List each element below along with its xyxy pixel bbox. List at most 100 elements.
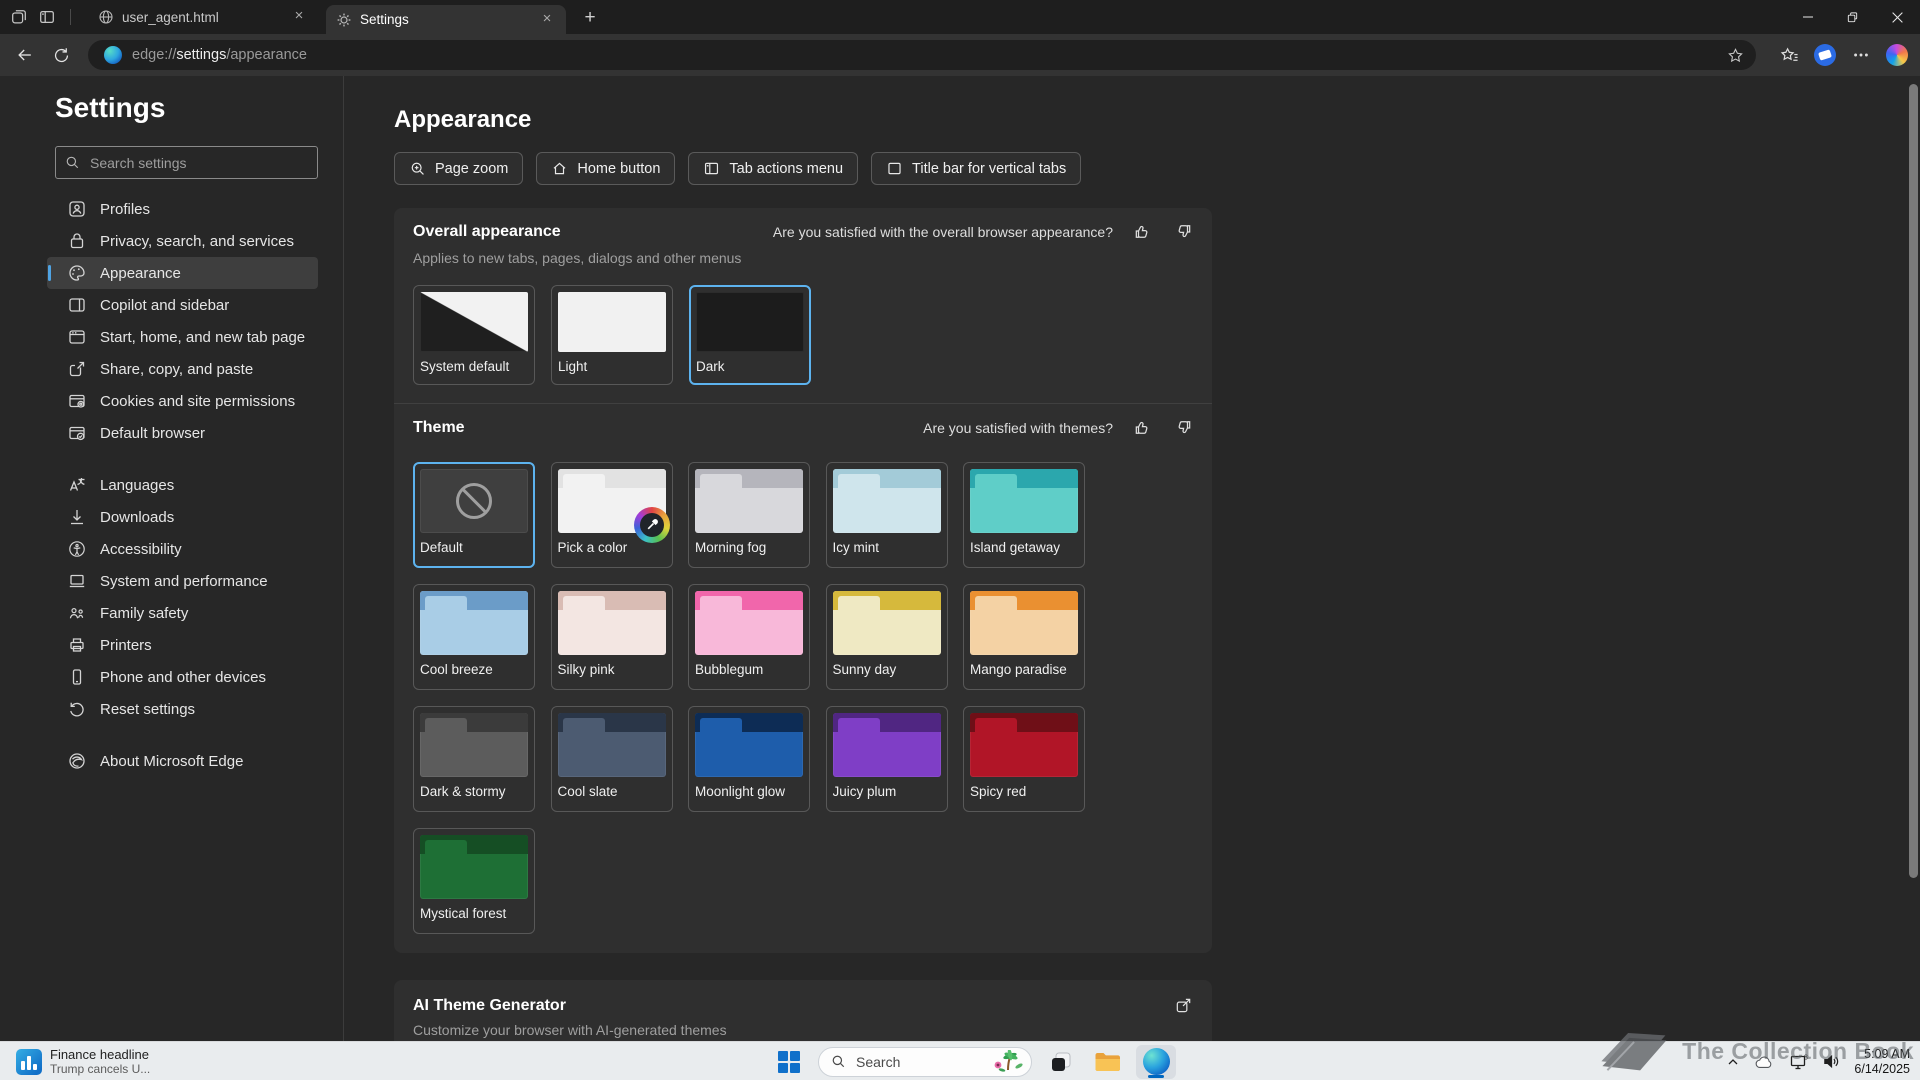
thumbs-up-icon[interactable] xyxy=(1133,418,1152,437)
search-icon xyxy=(65,155,80,170)
address-bar[interactable]: edge://settings/appearance xyxy=(88,40,1756,70)
theme-tile-cool-slate[interactable]: Cool slate xyxy=(551,706,673,812)
theme-swatch xyxy=(970,591,1078,655)
copilot-icon[interactable] xyxy=(1884,42,1910,68)
home-button-button[interactable]: Home button xyxy=(536,152,675,185)
theme-tile-moonlight-glow[interactable]: Moonlight glow xyxy=(688,706,810,812)
volume-icon[interactable] xyxy=(1822,1052,1841,1071)
theme-tile-mango-paradise[interactable]: Mango paradise xyxy=(963,584,1085,690)
widgets-icon xyxy=(16,1049,42,1075)
theme-tile-cool-breeze[interactable]: Cool breeze xyxy=(413,584,535,690)
tab-close-icon[interactable]: × xyxy=(538,11,556,29)
overall-appearance-subtext: Applies to new tabs, pages, dialogs and … xyxy=(413,250,741,266)
theme-tile-dark-stormy[interactable]: Dark & stormy xyxy=(413,706,535,812)
sidebar-item-label: Start, home, and new tab page xyxy=(100,329,305,346)
sidebar-item-reset-settings[interactable]: Reset settings xyxy=(47,693,318,725)
display-tray-icon[interactable]: 8 xyxy=(1789,1052,1809,1072)
thumbs-up-icon[interactable] xyxy=(1133,222,1152,241)
task-view-button[interactable] xyxy=(1044,1045,1078,1079)
restore-button[interactable] xyxy=(1830,0,1875,34)
file-explorer-button[interactable] xyxy=(1090,1045,1124,1079)
sidebar-item-share-copy-and-paste[interactable]: Share, copy, and paste xyxy=(47,353,318,385)
minimize-button[interactable] xyxy=(1785,0,1830,34)
theme-tile-island-getaway[interactable]: Island getaway xyxy=(963,462,1085,568)
page-zoom-button[interactable]: Page zoom xyxy=(394,152,523,185)
theme-tile-default[interactable]: Default xyxy=(413,462,535,568)
widgets-button[interactable]: Finance headline Trump cancels U... xyxy=(10,1045,156,1078)
sidebar-item-copilot-and-sidebar[interactable]: Copilot and sidebar xyxy=(47,289,318,321)
sidebar-item-start-home-and-new-tab-page[interactable]: Start, home, and new tab page xyxy=(47,321,318,353)
tab-user-agent[interactable]: user_agent.html × xyxy=(88,0,318,34)
theme-tile-pick-a-color[interactable]: Pick a color xyxy=(551,462,673,568)
tile-label: Mango paradise xyxy=(970,662,1078,677)
title-bar-for-vertical-tabs-button[interactable]: Title bar for vertical tabs xyxy=(871,152,1081,185)
sidebar-item-accessibility[interactable]: Accessibility xyxy=(47,533,318,565)
sidebar-item-downloads[interactable]: Downloads xyxy=(47,501,318,533)
overall-option-dark[interactable]: Dark xyxy=(689,285,811,385)
new-tab-button[interactable]: + xyxy=(578,6,602,30)
taskbar-search[interactable] xyxy=(818,1047,1032,1077)
favorite-star-icon[interactable] xyxy=(1727,47,1744,64)
tab-settings[interactable]: Settings × xyxy=(326,5,566,34)
overall-option-light[interactable]: Light xyxy=(551,285,673,385)
widget-subheadline: Trump cancels U... xyxy=(50,1062,150,1076)
theme-tile-bubblegum[interactable]: Bubblegum xyxy=(688,584,810,690)
tab-actions-menu-icon xyxy=(703,160,720,177)
sidebar-item-family-safety[interactable]: Family safety xyxy=(47,597,318,629)
back-icon[interactable] xyxy=(12,42,38,68)
sidebar-item-label: About Microsoft Edge xyxy=(100,753,243,770)
thumbs-down-icon[interactable] xyxy=(1174,222,1193,241)
theme-tile-sunny-day[interactable]: Sunny day xyxy=(826,584,948,690)
sidebar-item-printers[interactable]: Printers xyxy=(47,629,318,661)
tab-actions-menu-button[interactable]: Tab actions menu xyxy=(688,152,858,185)
clock[interactable]: 5:09 AM 6/14/2025 xyxy=(1854,1047,1910,1077)
start-button[interactable] xyxy=(772,1045,806,1079)
theme-tile-morning-fog[interactable]: Morning fog xyxy=(688,462,810,568)
thumbs-down-icon[interactable] xyxy=(1174,418,1193,437)
open-external-icon[interactable] xyxy=(1174,996,1193,1015)
settings-nav: Profiles Privacy, search, and servicesApp… xyxy=(47,193,318,777)
zoom-icon xyxy=(409,160,426,177)
close-button[interactable] xyxy=(1875,0,1920,34)
onedrive-cloud-icon[interactable] xyxy=(1754,1053,1776,1070)
sidebar-item-system-and-performance[interactable]: System and performance xyxy=(47,565,318,597)
edge-taskbar-button[interactable] xyxy=(1136,1045,1176,1079)
tile-label: Bubblegum xyxy=(695,662,803,677)
theme-tile-juicy-plum[interactable]: Juicy plum xyxy=(826,706,948,812)
overall-option-system-default[interactable]: System default xyxy=(413,285,535,385)
sidebar-item-profiles[interactable]: Profiles xyxy=(47,193,318,225)
sidebar-item-languages[interactable]: Languages xyxy=(47,469,318,501)
sidebar-item-appearance[interactable]: Appearance xyxy=(47,257,318,289)
favorites-icon[interactable] xyxy=(1776,42,1802,68)
sidebar-item-default-browser[interactable]: Default browser xyxy=(47,417,318,449)
sidebar-item-phone-and-other-devices[interactable]: Phone and other devices xyxy=(47,661,318,693)
tray-chevron-up-icon[interactable] xyxy=(1725,1054,1741,1070)
url-text: edge://settings/appearance xyxy=(132,47,307,63)
sidebar-item-privacy-search-and-services[interactable]: Privacy, search, and services xyxy=(47,225,318,257)
sidebar-item-label: Profiles xyxy=(100,201,150,218)
settings-menu-icon[interactable] xyxy=(1848,42,1874,68)
sidebar-item-about-microsoft-edge[interactable]: About Microsoft Edge xyxy=(47,745,318,777)
button-label: Title bar for vertical tabs xyxy=(912,161,1066,177)
sidebar-item-label: Family safety xyxy=(100,605,188,622)
tab-actions-icon[interactable] xyxy=(38,8,56,26)
sidebar-item-label: System and performance xyxy=(100,573,268,590)
settings-search[interactable] xyxy=(55,146,318,179)
sidebar-item-cookies-and-site-permissions[interactable]: Cookies and site permissions xyxy=(47,385,318,417)
theme-tile-mystical-forest[interactable]: Mystical forest xyxy=(413,828,535,934)
svg-text:8: 8 xyxy=(1804,1054,1808,1061)
settings-search-input[interactable] xyxy=(88,154,308,172)
scrollbar-thumb[interactable] xyxy=(1909,84,1918,878)
workspaces-icon[interactable] xyxy=(10,8,28,26)
theme-tile-spicy-red[interactable]: Spicy red xyxy=(963,706,1085,812)
theme-swatch xyxy=(970,469,1078,533)
refresh-icon[interactable] xyxy=(48,42,74,68)
globe-favicon-icon xyxy=(98,9,114,25)
browser-essentials-icon[interactable] xyxy=(1812,42,1838,68)
tab-close-icon[interactable]: × xyxy=(290,8,308,26)
taskbar-search-input[interactable] xyxy=(854,1053,991,1071)
start-home-icon xyxy=(67,327,87,347)
theme-tile-icy-mint[interactable]: Icy mint xyxy=(826,462,948,568)
color-wheel-icon xyxy=(634,507,670,543)
theme-tile-silky-pink[interactable]: Silky pink xyxy=(551,584,673,690)
